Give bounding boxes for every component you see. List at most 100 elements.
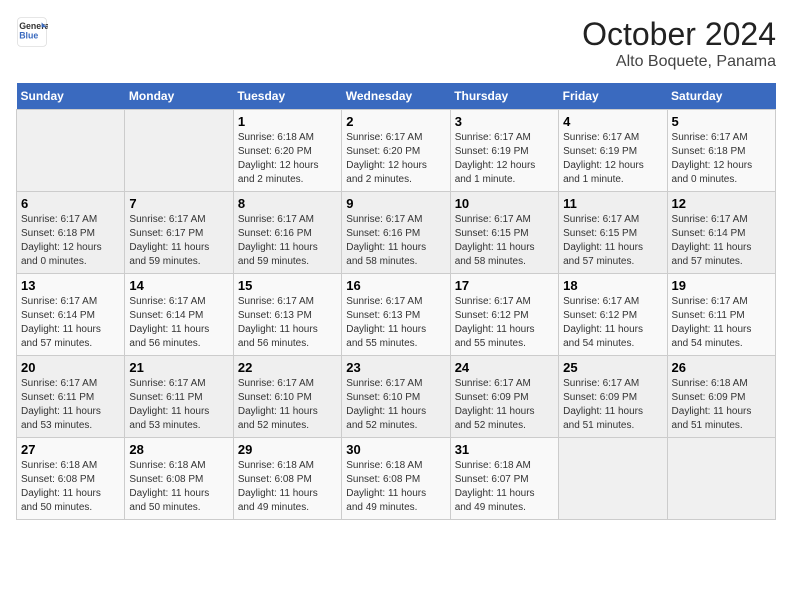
day-info: Sunrise: 6:17 AM Sunset: 6:19 PM Dayligh… <box>455 131 554 187</box>
day-number: 23 <box>346 360 445 375</box>
day-header-wednesday: Wednesday <box>342 83 450 110</box>
day-info: Sunrise: 6:17 AM Sunset: 6:15 PM Dayligh… <box>563 213 662 269</box>
day-info: Sunrise: 6:18 AM Sunset: 6:08 PM Dayligh… <box>129 459 228 515</box>
calendar-cell <box>125 110 233 192</box>
day-info: Sunrise: 6:18 AM Sunset: 6:08 PM Dayligh… <box>238 459 337 515</box>
day-info: Sunrise: 6:17 AM Sunset: 6:18 PM Dayligh… <box>21 213 120 269</box>
day-header-monday: Monday <box>125 83 233 110</box>
day-number: 25 <box>563 360 662 375</box>
calendar-cell: 30 Sunrise: 6:18 AM Sunset: 6:08 PM Dayli… <box>342 438 450 520</box>
calendar-cell: 20Sunrise: 6:17 AM Sunset: 6:11 PM Dayli… <box>17 356 125 438</box>
day-info: Sunrise: 6:18 AM Sunset: 6:08 PM Dayligh… <box>21 459 120 515</box>
day-number: 17 <box>455 278 554 293</box>
day-header-friday: Friday <box>559 83 667 110</box>
day-number: 27 <box>21 442 120 457</box>
day-info: Sunrise: 6:18 AM Sunset: 6:20 PM Dayligh… <box>238 131 337 187</box>
day-number: 26 <box>672 360 771 375</box>
calendar-cell: 8 Sunrise: 6:17 AM Sunset: 6:16 PM Daylig… <box>233 192 341 274</box>
calendar-cell: 25 Sunrise: 6:17 AM Sunset: 6:09 PM Dayli… <box>559 356 667 438</box>
day-info: Sunrise: 6:18 AM Sunset: 6:08 PM Dayligh… <box>346 459 445 515</box>
day-info: Sunrise: 6:17 AM Sunset: 6:10 PM Dayligh… <box>346 377 445 433</box>
logo: General Blue <box>16 16 52 48</box>
calendar-cell: 16 Sunrise: 6:17 AM Sunset: 6:13 PM Dayli… <box>342 274 450 356</box>
calendar-cell: 10 Sunrise: 6:17 AM Sunset: 6:15 PM Dayli… <box>450 192 558 274</box>
calendar-week-3: 13 Sunrise: 6:17 AM Sunset: 6:14 PM Dayli… <box>17 274 776 356</box>
calendar-week-4: 20Sunrise: 6:17 AM Sunset: 6:11 PM Dayli… <box>17 356 776 438</box>
day-info: Sunrise: 6:17 AM Sunset: 6:14 PM Dayligh… <box>672 213 771 269</box>
day-info: Sunrise: 6:17 AM Sunset: 6:16 PM Dayligh… <box>238 213 337 269</box>
day-info: Sunrise: 6:17 AM Sunset: 6:19 PM Dayligh… <box>563 131 662 187</box>
day-header-sunday: Sunday <box>17 83 125 110</box>
day-info: Sunrise: 6:17 AM Sunset: 6:16 PM Dayligh… <box>346 213 445 269</box>
day-number: 4 <box>563 114 662 129</box>
calendar-cell: 19 Sunrise: 6:17 AM Sunset: 6:11 PM Dayli… <box>667 274 775 356</box>
calendar-cell: 13Sunrise: 6:17 AM Sunset: 6:14 PM Dayli… <box>17 274 125 356</box>
day-info: Sunrise: 6:17 AM Sunset: 6:09 PM Dayligh… <box>455 377 554 433</box>
day-number: 28 <box>129 442 228 457</box>
day-header-saturday: Saturday <box>667 83 775 110</box>
calendar-cell: 28 Sunrise: 6:18 AM Sunset: 6:08 PM Dayli… <box>125 438 233 520</box>
calendar-header-row: SundayMondayTuesdayWednesdayThursdayFrid… <box>17 83 776 110</box>
day-info: Sunrise: 6:17 AM Sunset: 6:11 PM Dayligh… <box>672 295 771 351</box>
day-info: Sunrise: 6:17 AM Sunset: 6:09 PM Dayligh… <box>563 377 662 433</box>
day-info: Sunrise: 6:17 AM Sunset: 6:13 PM Dayligh… <box>346 295 445 351</box>
calendar-week-5: 27 Sunrise: 6:18 AM Sunset: 6:08 PM Dayli… <box>17 438 776 520</box>
day-number: 22 <box>238 360 337 375</box>
page-header: General Blue October 2024 Alto Boquete, … <box>16 16 776 71</box>
day-number: 15 <box>238 278 337 293</box>
calendar-cell: 11Sunrise: 6:17 AM Sunset: 6:15 PM Dayli… <box>559 192 667 274</box>
day-info: Sunrise: 6:17 AM Sunset: 6:11 PM Dayligh… <box>21 377 120 433</box>
calendar-cell: 7 Sunrise: 6:17 AM Sunset: 6:17 PM Daylig… <box>125 192 233 274</box>
title-block: October 2024 Alto Boquete, Panama <box>582 16 776 71</box>
calendar-cell: 9 Sunrise: 6:17 AM Sunset: 6:16 PM Daylig… <box>342 192 450 274</box>
day-number: 30 <box>346 442 445 457</box>
day-number: 18 <box>563 278 662 293</box>
day-number: 2 <box>346 114 445 129</box>
day-number: 12 <box>672 196 771 211</box>
day-info: Sunrise: 6:17 AM Sunset: 6:12 PM Dayligh… <box>563 295 662 351</box>
calendar-cell: 2 Sunrise: 6:17 AM Sunset: 6:20 PM Daylig… <box>342 110 450 192</box>
day-number: 3 <box>455 114 554 129</box>
day-info: Sunrise: 6:17 AM Sunset: 6:11 PM Dayligh… <box>129 377 228 433</box>
day-number: 9 <box>346 196 445 211</box>
day-number: 10 <box>455 196 554 211</box>
logo-icon: General Blue <box>16 16 48 48</box>
day-number: 31 <box>455 442 554 457</box>
calendar-cell: 5Sunrise: 6:17 AM Sunset: 6:18 PM Daylig… <box>667 110 775 192</box>
day-info: Sunrise: 6:18 AM Sunset: 6:09 PM Dayligh… <box>672 377 771 433</box>
calendar-table: SundayMondayTuesdayWednesdayThursdayFrid… <box>16 83 776 520</box>
day-number: 7 <box>129 196 228 211</box>
day-info: Sunrise: 6:17 AM Sunset: 6:12 PM Dayligh… <box>455 295 554 351</box>
day-number: 6 <box>21 196 120 211</box>
day-number: 8 <box>238 196 337 211</box>
calendar-cell: 23 Sunrise: 6:17 AM Sunset: 6:10 PM Dayli… <box>342 356 450 438</box>
calendar-cell: 12 Sunrise: 6:17 AM Sunset: 6:14 PM Dayli… <box>667 192 775 274</box>
day-number: 29 <box>238 442 337 457</box>
calendar-cell: 29 Sunrise: 6:18 AM Sunset: 6:08 PM Dayli… <box>233 438 341 520</box>
calendar-cell <box>667 438 775 520</box>
calendar-cell: 1 Sunrise: 6:18 AM Sunset: 6:20 PM Daylig… <box>233 110 341 192</box>
day-number: 24 <box>455 360 554 375</box>
calendar-week-2: 6 Sunrise: 6:17 AM Sunset: 6:18 PM Daylig… <box>17 192 776 274</box>
day-number: 13 <box>21 278 120 293</box>
day-info: Sunrise: 6:17 AM Sunset: 6:18 PM Dayligh… <box>672 131 771 187</box>
calendar-cell: 14Sunrise: 6:17 AM Sunset: 6:14 PM Dayli… <box>125 274 233 356</box>
calendar-cell: 22Sunrise: 6:17 AM Sunset: 6:10 PM Dayli… <box>233 356 341 438</box>
page-title: October 2024 <box>582 16 776 53</box>
calendar-cell: 4 Sunrise: 6:17 AM Sunset: 6:19 PM Daylig… <box>559 110 667 192</box>
day-number: 16 <box>346 278 445 293</box>
day-info: Sunrise: 6:17 AM Sunset: 6:17 PM Dayligh… <box>129 213 228 269</box>
day-header-tuesday: Tuesday <box>233 83 341 110</box>
day-info: Sunrise: 6:17 AM Sunset: 6:15 PM Dayligh… <box>455 213 554 269</box>
calendar-cell: 17 Sunrise: 6:17 AM Sunset: 6:12 PM Dayli… <box>450 274 558 356</box>
day-info: Sunrise: 6:17 AM Sunset: 6:20 PM Dayligh… <box>346 131 445 187</box>
day-info: Sunrise: 6:17 AM Sunset: 6:13 PM Dayligh… <box>238 295 337 351</box>
svg-text:Blue: Blue <box>19 30 38 40</box>
calendar-cell: 3 Sunrise: 6:17 AM Sunset: 6:19 PM Daylig… <box>450 110 558 192</box>
day-number: 19 <box>672 278 771 293</box>
calendar-cell: 27 Sunrise: 6:18 AM Sunset: 6:08 PM Dayli… <box>17 438 125 520</box>
day-number: 1 <box>238 114 337 129</box>
calendar-cell <box>17 110 125 192</box>
calendar-cell: 18 Sunrise: 6:17 AM Sunset: 6:12 PM Dayli… <box>559 274 667 356</box>
day-info: Sunrise: 6:17 AM Sunset: 6:14 PM Dayligh… <box>129 295 228 351</box>
